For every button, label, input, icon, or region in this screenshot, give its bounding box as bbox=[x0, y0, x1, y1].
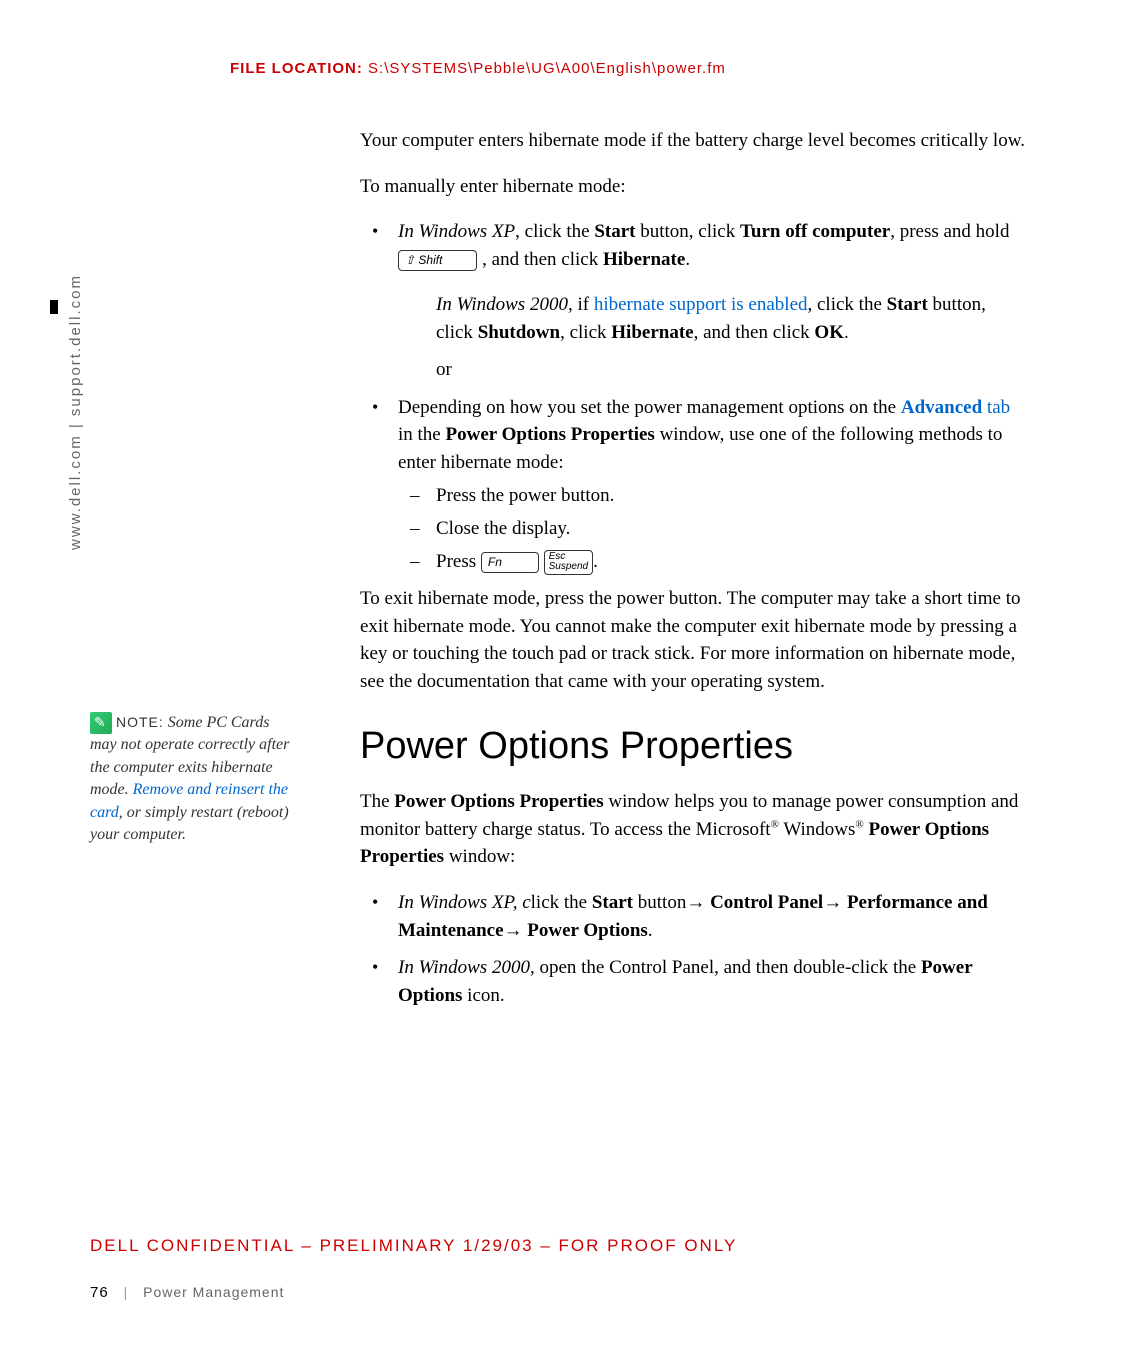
dash-close-display: Close the display. bbox=[398, 515, 1026, 543]
paragraph-exit: To exit hibernate mode, press the power … bbox=[360, 585, 1026, 695]
bullet-advanced: Depending on how you set the power manag… bbox=[360, 394, 1026, 575]
text: , open the Control Panel, and then doubl… bbox=[530, 957, 921, 978]
text: in the bbox=[398, 424, 446, 445]
text: button bbox=[633, 892, 686, 913]
text: Depending on how you set the power manag… bbox=[398, 397, 901, 418]
hibernate-label: Hibernate bbox=[603, 249, 685, 270]
text: The bbox=[360, 791, 394, 812]
section-heading: Power Options Properties bbox=[360, 719, 1026, 774]
footer-confidential: DELL CONFIDENTIAL – PRELIMINARY 1/29/03 … bbox=[90, 1236, 737, 1256]
text: Press bbox=[436, 551, 481, 572]
dash-press-keys: Press Fn EscSuspend. bbox=[398, 548, 1026, 576]
dash-list: Press the power button. Close the displa… bbox=[398, 482, 1026, 575]
hibernate-label: Hibernate bbox=[611, 322, 693, 343]
text: , if bbox=[568, 294, 594, 315]
bullet-win2000: In Windows 2000, if hibernate support is… bbox=[398, 291, 1026, 346]
text: . bbox=[844, 322, 849, 343]
power-options-label: Power Options Properties bbox=[394, 791, 603, 812]
bullet-xp-path: In Windows XP, click the Start button→ C… bbox=[360, 889, 1026, 944]
os-label-2000: In Windows 2000 bbox=[436, 294, 568, 315]
arrow-icon: → bbox=[686, 892, 705, 913]
power-options-label: Power Options Properties bbox=[446, 424, 655, 445]
text: icon. bbox=[462, 985, 504, 1006]
os-label-2000: In Windows 2000 bbox=[398, 957, 530, 978]
start-label: Start bbox=[592, 892, 633, 913]
text: , click the bbox=[808, 294, 887, 315]
text: , and then click bbox=[477, 249, 603, 270]
text: , and then click bbox=[694, 322, 815, 343]
text: , click bbox=[560, 322, 611, 343]
suspend-label: Suspend bbox=[549, 562, 588, 573]
text: button, click bbox=[635, 221, 739, 242]
bullet-2000-path: In Windows 2000, open the Control Panel,… bbox=[360, 954, 1026, 1009]
turnoff-label: Turn off computer bbox=[740, 221, 890, 242]
footer-page-info: 76 | Power Management bbox=[90, 1284, 284, 1301]
text: , press and hold bbox=[890, 221, 1009, 242]
text: , click the bbox=[515, 221, 594, 242]
page-number: 76 bbox=[90, 1284, 109, 1301]
shutdown-label: Shutdown bbox=[478, 322, 560, 343]
file-location-label: FILE LOCATION: bbox=[230, 60, 363, 77]
arrow-icon: → bbox=[504, 920, 523, 941]
text: . bbox=[648, 920, 653, 941]
text: window: bbox=[444, 846, 515, 867]
bullet-winxp: In Windows XP, click the Start button, c… bbox=[360, 218, 1026, 384]
note-icon bbox=[90, 712, 112, 734]
arrow-icon: → bbox=[823, 892, 842, 913]
paragraph-manual: To manually enter hibernate mode: bbox=[360, 173, 1026, 201]
os-label-xp: In Windows XP, c bbox=[398, 892, 531, 913]
dash-power-button: Press the power button. bbox=[398, 482, 1026, 510]
advanced-tab-link[interactable]: Advanced bbox=[901, 397, 982, 418]
note-text-post: , or simply restart (reboot) your comput… bbox=[90, 804, 289, 843]
file-location-header: FILE LOCATION: S:\SYSTEMS\Pebble\UG\A00\… bbox=[230, 60, 1026, 77]
start-label: Start bbox=[594, 221, 635, 242]
fn-key-icon: Fn bbox=[481, 552, 539, 573]
control-panel-label: Control Panel bbox=[705, 892, 823, 913]
section-name: Power Management bbox=[143, 1284, 284, 1300]
registered-mark: ® bbox=[855, 819, 863, 831]
bullet-list-2: In Windows XP, click the Start button→ C… bbox=[360, 889, 1026, 1009]
registered-mark: ® bbox=[771, 819, 779, 831]
hibernate-support-link[interactable]: hibernate support is enabled bbox=[594, 294, 808, 315]
note-label: NOTE: bbox=[116, 714, 164, 730]
text: . bbox=[685, 249, 690, 270]
sidebar-url: www.dell.com | support.dell.com bbox=[67, 274, 84, 550]
or-text: or bbox=[398, 356, 1026, 384]
esc-suspend-key-icon: EscSuspend bbox=[544, 550, 593, 575]
note-block: NOTE: Some PC Cards may not operate corr… bbox=[90, 712, 300, 846]
bullet-list-1: In Windows XP, click the Start button, c… bbox=[360, 218, 1026, 575]
footer-separator: | bbox=[124, 1284, 129, 1300]
paragraph-props: The Power Options Properties window help… bbox=[360, 788, 1026, 871]
change-bar-mark bbox=[50, 300, 58, 314]
os-label-xp: In Windows XP bbox=[398, 221, 515, 242]
paragraph-intro: Your computer enters hibernate mode if t… bbox=[360, 127, 1026, 155]
file-location-path: S:\SYSTEMS\Pebble\UG\A00\English\power.f… bbox=[368, 60, 726, 77]
power-options-label: Power Options bbox=[523, 920, 648, 941]
text: Windows bbox=[779, 819, 855, 840]
text: . bbox=[593, 551, 598, 572]
start-label: Start bbox=[887, 294, 928, 315]
text: lick the bbox=[531, 892, 592, 913]
shift-key-icon: ⇧ Shift bbox=[398, 250, 477, 271]
advanced-tab-link-2[interactable]: tab bbox=[982, 397, 1010, 418]
ok-label: OK bbox=[814, 322, 844, 343]
main-content: Your computer enters hibernate mode if t… bbox=[360, 127, 1026, 1009]
